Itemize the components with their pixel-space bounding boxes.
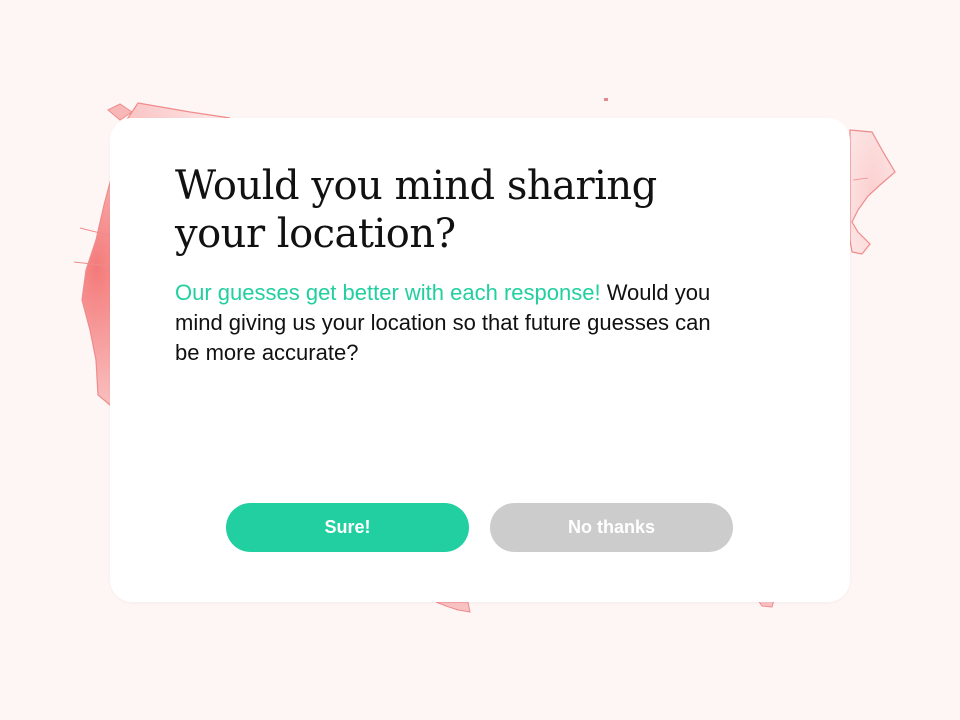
no-thanks-button[interactable]: No thanks [490, 503, 733, 552]
location-permission-dialog: Would you mind sharing your location? Ou… [110, 118, 850, 602]
dialog-message-highlight: Our guesses get better with each respons… [175, 280, 601, 305]
dialog-message: Our guesses get better with each respons… [175, 278, 735, 368]
sure-button[interactable]: Sure! [226, 503, 469, 552]
dialog-title: Would you mind sharing your location? [175, 163, 657, 257]
northeast-region [849, 129, 896, 255]
